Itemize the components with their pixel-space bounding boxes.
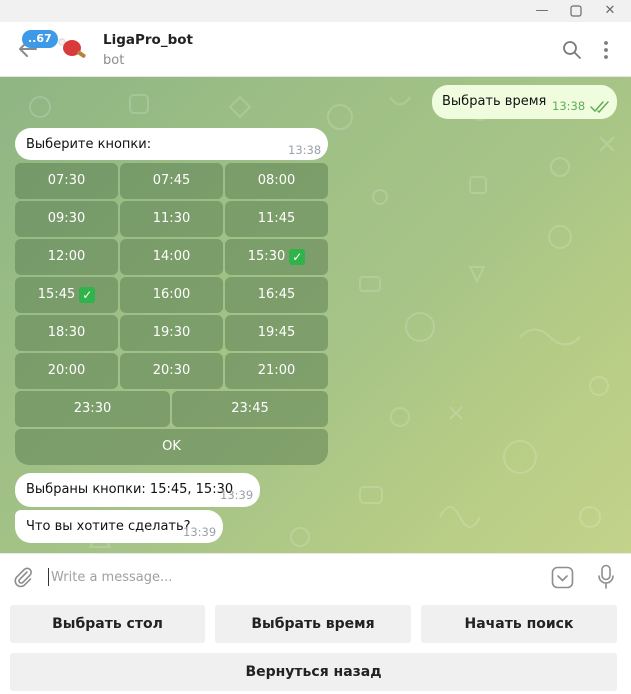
time-button[interactable]: 12:00: [15, 239, 118, 275]
time-button[interactable]: 16:00: [120, 277, 223, 313]
text-caret: [48, 568, 49, 586]
message-time: 13:38: [288, 143, 322, 157]
message-composer: [0, 553, 631, 599]
time-button[interactable]: 19:45: [225, 315, 328, 351]
outgoing-message-text: Выбрать время: [442, 94, 547, 109]
minimize-icon[interactable]: —: [533, 2, 551, 20]
attach-icon[interactable]: [12, 566, 34, 588]
unread-badge: ..67: [22, 30, 58, 48]
close-icon[interactable]: ✕: [601, 2, 619, 20]
bot-message-question[interactable]: Что вы хотите сделать? 13:39: [15, 510, 223, 543]
more-options-icon[interactable]: [598, 40, 614, 60]
reply-keyboard: Выбрать стол Выбрать время Начать поиск …: [0, 599, 631, 694]
chat-subtitle: bot: [103, 53, 125, 68]
time-button-label: 15:45: [37, 287, 76, 302]
sticker-emoji-icon[interactable]: [551, 566, 574, 589]
message-text: Что вы хотите сделать?: [26, 519, 191, 534]
time-button[interactable]: 23:30: [15, 391, 170, 427]
chat-header: ..67 LigaPro_bot bot: [0, 22, 631, 77]
search-icon[interactable]: [562, 40, 582, 60]
choose-time-button[interactable]: Выбрать время: [215, 605, 411, 643]
time-button[interactable]: 14:00: [120, 239, 223, 275]
time-button[interactable]: 08:00: [225, 163, 328, 199]
check-mark-icon: ✓: [289, 248, 306, 265]
message-text: Выбраны кнопки: 15:45, 15:30: [26, 482, 234, 497]
read-checks-icon: [590, 101, 609, 113]
window-title-bar: — ✕: [0, 0, 631, 22]
chat-area[interactable]: Выбрать время 13:38 Выберите кнопки: 13:…: [0, 77, 631, 553]
chat-title[interactable]: LigaPro_bot: [103, 32, 193, 48]
maximize-icon[interactable]: [567, 2, 585, 20]
time-button[interactable]: 20:00: [15, 353, 118, 389]
time-button[interactable]: 19:30: [120, 315, 223, 351]
time-button-selected[interactable]: 15:30 ✓: [225, 239, 328, 275]
message-time: 13:38: [552, 99, 586, 113]
time-button[interactable]: 11:45: [225, 201, 328, 237]
time-button[interactable]: 18:30: [15, 315, 118, 351]
ok-button[interactable]: OK: [15, 429, 328, 465]
start-search-button[interactable]: Начать поиск: [421, 605, 617, 643]
message-time: 13:39: [220, 488, 254, 502]
ping-pong-paddle-icon[interactable]: [58, 36, 88, 62]
time-button[interactable]: 07:45: [120, 163, 223, 199]
outgoing-message[interactable]: Выбрать время 13:38: [432, 85, 617, 119]
time-button[interactable]: 09:30: [15, 201, 118, 237]
choose-table-button[interactable]: Выбрать стол: [10, 605, 205, 643]
time-button[interactable]: 11:30: [120, 201, 223, 237]
time-button[interactable]: 21:00: [225, 353, 328, 389]
time-button-label: 15:30: [247, 249, 286, 264]
time-button[interactable]: 07:30: [15, 163, 118, 199]
message-time: 13:39: [183, 525, 217, 539]
check-mark-icon: ✓: [79, 286, 96, 303]
bot-message-prompt[interactable]: Выберите кнопки: 13:38: [15, 128, 328, 160]
time-button[interactable]: 20:30: [120, 353, 223, 389]
time-button[interactable]: 16:45: [225, 277, 328, 313]
time-button-selected[interactable]: 15:45 ✓: [15, 277, 118, 313]
message-input[interactable]: [51, 564, 531, 590]
microphone-icon[interactable]: [597, 564, 615, 590]
time-button[interactable]: 23:45: [172, 391, 328, 427]
go-back-button[interactable]: Вернуться назад: [10, 653, 617, 691]
bot-message-selected[interactable]: Выбраны кнопки: 15:45, 15:30 13:39: [15, 473, 260, 507]
message-text: Выберите кнопки:: [26, 137, 152, 152]
